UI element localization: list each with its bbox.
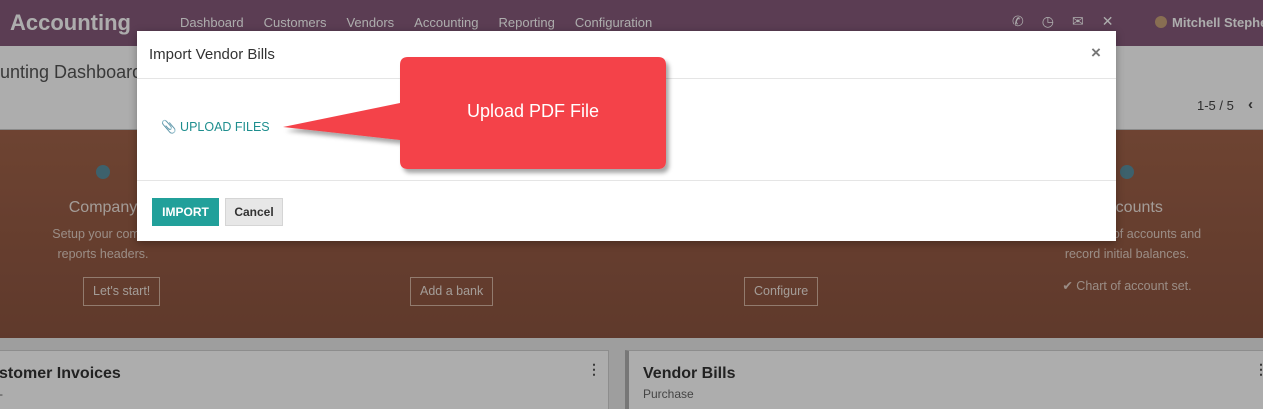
close-icon[interactable]: ×	[1091, 43, 1101, 63]
modal-header: Import Vendor Bills ×	[137, 31, 1116, 79]
modal-title: Import Vendor Bills	[149, 46, 275, 63]
import-vendor-bills-dialog: Import Vendor Bills × 📎 UPLOAD FILES IMP…	[137, 31, 1116, 241]
upload-files-button[interactable]: 📎 UPLOAD FILES	[161, 120, 270, 135]
callout-text: Upload PDF File	[466, 101, 600, 121]
modal-footer: IMPORT Cancel	[137, 180, 1116, 241]
import-button[interactable]: IMPORT	[152, 198, 219, 226]
cancel-button[interactable]: Cancel	[225, 198, 283, 226]
